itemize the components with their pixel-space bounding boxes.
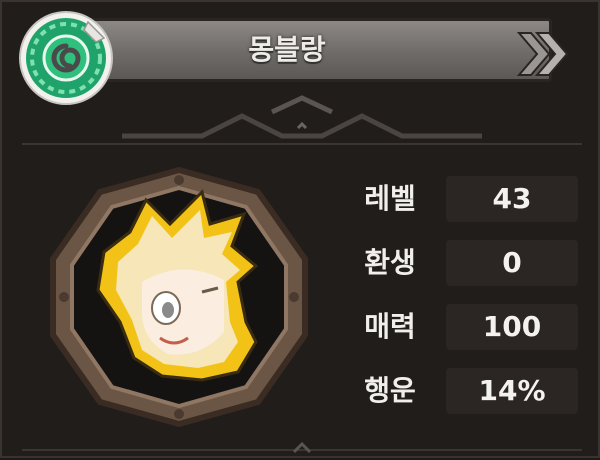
header-ornament <box>22 95 582 145</box>
stat-row-rebirth: 환생 0 <box>342 238 582 288</box>
stat-value: 14% <box>446 368 578 414</box>
stat-label: 행운 <box>364 374 416 407</box>
double-chevron-right-icon[interactable] <box>515 29 575 79</box>
stat-row-luck: 행운 14% <box>342 366 582 416</box>
stat-row-charm: 매력 100 <box>342 302 582 352</box>
stat-label: 환생 <box>364 246 416 279</box>
stat-value: 100 <box>446 304 578 350</box>
character-portrait <box>50 166 308 428</box>
green-swirl-emblem-icon <box>19 11 113 105</box>
stat-value: 0 <box>446 240 578 286</box>
footer-ornament <box>22 441 582 454</box>
stat-label: 레벨 <box>364 182 416 215</box>
character-info-panel: 몽블랑 레벨 43 환생 0 매력 100 행운 14% <box>0 0 600 458</box>
character-name: 몽블랑 <box>248 33 326 66</box>
stat-row-level: 레벨 43 <box>342 174 582 224</box>
name-banner: 몽블랑 <box>62 18 569 82</box>
stat-value: 43 <box>446 176 578 222</box>
stat-label: 매력 <box>364 310 416 343</box>
